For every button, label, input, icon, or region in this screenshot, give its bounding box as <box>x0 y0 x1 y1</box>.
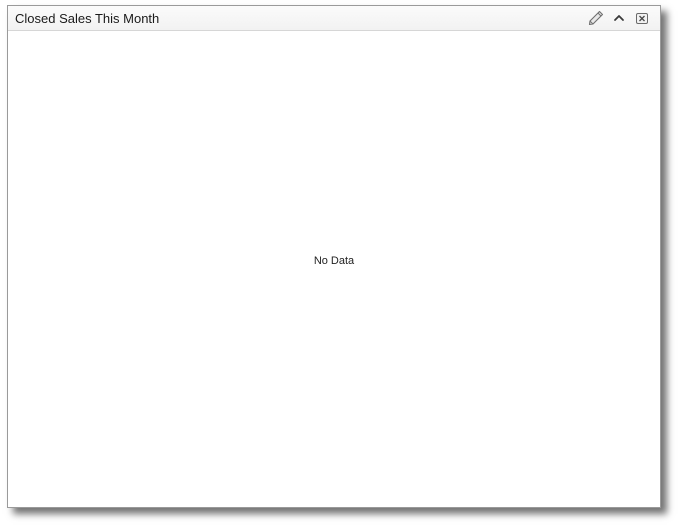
edit-button[interactable] <box>587 9 605 27</box>
widget-title: Closed Sales This Month <box>15 11 160 26</box>
widget-header: Closed Sales This Month <box>8 6 660 31</box>
close-button[interactable] <box>633 9 651 27</box>
dashboard-widget: Closed Sales This Month No Data <box>7 5 661 508</box>
no-data-message: No Data <box>313 255 355 267</box>
widget-content: No Data <box>8 31 660 507</box>
pencil-icon <box>588 10 604 26</box>
widget-toolbar <box>582 9 651 27</box>
collapse-button[interactable] <box>610 9 628 27</box>
close-box-icon <box>636 13 648 24</box>
chevron-up-icon <box>614 15 624 21</box>
